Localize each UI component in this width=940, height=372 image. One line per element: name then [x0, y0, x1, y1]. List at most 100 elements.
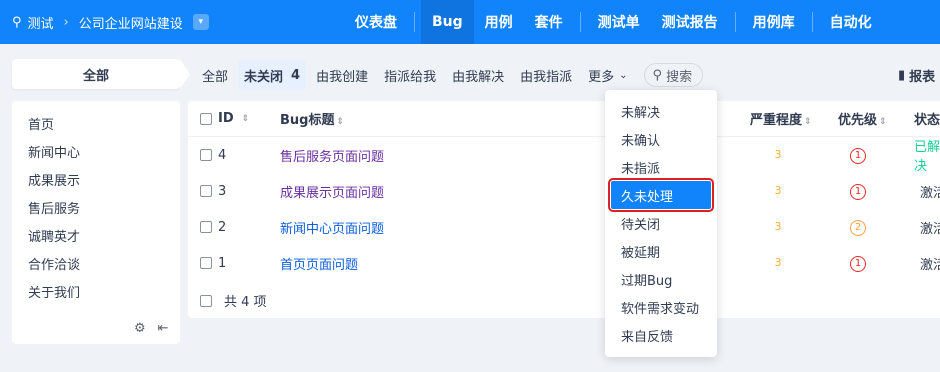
sort-icon[interactable]: ⇕ [336, 117, 344, 127]
module-link[interactable]: 测试 [28, 13, 54, 32]
row-checkbox[interactable] [200, 185, 212, 197]
nav-divider [414, 12, 415, 32]
tab-label: 由我创建 [316, 69, 369, 85]
header-severity[interactable]: 严重程度 [750, 113, 802, 128]
chevron-right-icon: › [63, 14, 69, 30]
sidebar-item-about[interactable]: 关于我们 [12, 277, 180, 305]
row-checkbox[interactable] [200, 221, 212, 233]
report-button[interactable]: ▮ 报表 [898, 66, 935, 85]
status-text: 激活 [920, 257, 940, 273]
tab-assigned-by-me[interactable]: 由我指派 [514, 60, 578, 90]
menu-item-need-changed[interactable]: 软件需求变动 [605, 293, 717, 321]
filter-bar: 全部 全部 未关闭 4 由我创建 指派给我 由我解决 由我指派 更多 ⌄ ⚲ 搜索 ▮… [0, 44, 940, 102]
menu-item-unassigned[interactable]: 未指派 [605, 153, 717, 181]
tab-label: 全部 [202, 69, 229, 85]
module-sidebar: 首页 新闻中心 成果展示 售后服务 诚聘英才 合作洽谈 关于我们 ⚙ ⇤ [12, 101, 180, 344]
project-name[interactable]: 公司企业网站建设 [79, 13, 183, 32]
menu-item-feedback[interactable]: 来自反馈 [605, 321, 717, 349]
header-status[interactable]: 状态 [914, 113, 940, 128]
tab-all[interactable]: 全部 [196, 60, 234, 90]
nav-case[interactable]: 用例 [474, 0, 524, 44]
breadcrumb: ⚲ 测试 › 公司企业网站建设 ▾ [0, 13, 209, 32]
project-dropdown-icon[interactable]: ▾ [192, 14, 209, 30]
more-dropdown-menu: 未解决 未确认 未指派 久未处理 待关闭 被延期 过期Bug 软件需求变动 来自… [605, 90, 717, 357]
sidebar-item-cooperation[interactable]: 合作洽谈 [12, 249, 180, 277]
nav-automation[interactable]: 自动化 [819, 0, 883, 44]
sidebar-item-home[interactable]: 首页 [12, 109, 180, 137]
severity-icon: 3 [774, 184, 782, 197]
sort-icon[interactable]: ⇕ [804, 117, 812, 127]
sidebar-item-careers[interactable]: 诚聘英才 [12, 221, 180, 249]
menu-item-overdue[interactable]: 过期Bug [605, 265, 717, 293]
header-id[interactable]: ID [218, 111, 234, 126]
search-icon[interactable]: ⚲ [12, 15, 22, 30]
header-priority[interactable]: 优先级 [838, 113, 877, 128]
severity-icon: 3 [774, 256, 782, 269]
nav-testreport[interactable]: 测试报告 [651, 0, 729, 44]
footer-checkbox[interactable] [200, 294, 212, 307]
bug-title-link[interactable]: 售后服务页面问题 [280, 150, 384, 165]
row-checkbox[interactable] [200, 257, 212, 269]
nav-caselib[interactable]: 用例库 [742, 0, 806, 44]
status-text: 激活 [920, 221, 940, 237]
tab-assigned-to-me[interactable]: 指派给我 [378, 60, 442, 90]
collapse-icon[interactable]: ⇤ [158, 321, 169, 336]
bug-id: 1 [218, 255, 227, 271]
search-button[interactable]: ⚲ 搜索 [643, 63, 704, 87]
total-count: 共 4 项 [224, 295, 267, 310]
table-footer: 共 4 项 [200, 291, 267, 310]
row-checkbox[interactable] [200, 149, 212, 161]
priority-badge: 2 [850, 219, 866, 236]
status-text: 已解决 [914, 140, 940, 174]
header-title[interactable]: Bug标题 [280, 113, 334, 128]
nav-divider [734, 12, 736, 32]
table-row: 1 首页页面问题 3 1 激活 [188, 245, 940, 281]
chevron-down-icon: ⌄ [619, 69, 628, 81]
tab-more[interactable]: 更多 ⌄ [582, 60, 633, 90]
tab-created-by-me[interactable]: 由我创建 [310, 60, 374, 90]
bug-title-link[interactable]: 首页页面问题 [280, 258, 358, 273]
table-row: 2 新闻中心页面问题 3 2 激活 [188, 209, 940, 245]
menu-item-unconfirmed[interactable]: 未确认 [605, 125, 717, 153]
menu-item-unresolved[interactable]: 未解决 [605, 97, 717, 125]
gear-icon[interactable]: ⚙ [134, 321, 146, 336]
menu-item-long-lasting[interactable]: 久未处理 [608, 178, 714, 212]
top-navbar: ⚲ 测试 › 公司企业网站建设 ▾ 仪表盘 Bug 用例 套件 测试单 测试报告… [0, 0, 940, 44]
nav-dashboard[interactable]: 仪表盘 [344, 0, 408, 44]
bug-title-link[interactable]: 新闻中心页面问题 [280, 222, 384, 237]
nav-bug[interactable]: Bug [421, 0, 474, 44]
sidebar-item-aftersales[interactable]: 售后服务 [12, 193, 180, 221]
table-header: ID ⇕ Bug标题 ⇕ 严重程度 ⇕ 优先级 ⇕ 状态 [188, 101, 940, 137]
tab-label: 由我解决 [452, 69, 505, 85]
bug-id: 3 [218, 183, 227, 199]
search-icon: ⚲ [652, 67, 663, 83]
menu-item-postponed[interactable]: 被延期 [605, 237, 717, 265]
table-row: 4 售后服务页面问题 3 1 已解决 [188, 137, 940, 174]
nav-divider [579, 12, 581, 32]
tab-label: 指派给我 [384, 69, 437, 85]
nav-divider [811, 12, 813, 32]
nav-testtask[interactable]: 测试单 [587, 0, 651, 44]
bug-id: 4 [218, 147, 227, 163]
sidebar-item-news[interactable]: 新闻中心 [12, 137, 180, 165]
sidebar-footer: ⚙ ⇤ [134, 321, 169, 336]
nav-suite[interactable]: 套件 [524, 0, 574, 44]
severity-icon: 3 [774, 220, 782, 233]
tab-resolved-by-me[interactable]: 由我解决 [446, 60, 510, 90]
search-label: 搜索 [666, 69, 693, 85]
report-label: 报表 [909, 70, 936, 85]
bug-id: 2 [218, 219, 227, 235]
main-nav: 仪表盘 Bug 用例 套件 测试单 测试报告 用例库 自动化 [344, 0, 883, 44]
tab-count-badge: 4 [291, 67, 301, 83]
sort-icon[interactable]: ⇕ [879, 117, 887, 127]
bug-title-link[interactable]: 成果展示页面问题 [280, 186, 384, 201]
severity-icon: 3 [774, 148, 782, 161]
menu-item-to-close[interactable]: 待关闭 [605, 209, 717, 237]
table-row: 3 成果展示页面问题 3 1 激活 [188, 173, 940, 209]
sort-icon[interactable]: ⇕ [242, 114, 250, 124]
priority-badge: 1 [850, 255, 866, 272]
tab-unclosed[interactable]: 未关闭 4 [238, 60, 307, 90]
sidebar-item-achievements[interactable]: 成果展示 [12, 165, 180, 193]
select-all-checkbox[interactable] [200, 112, 212, 125]
module-all-button[interactable]: 全部 [12, 59, 190, 89]
